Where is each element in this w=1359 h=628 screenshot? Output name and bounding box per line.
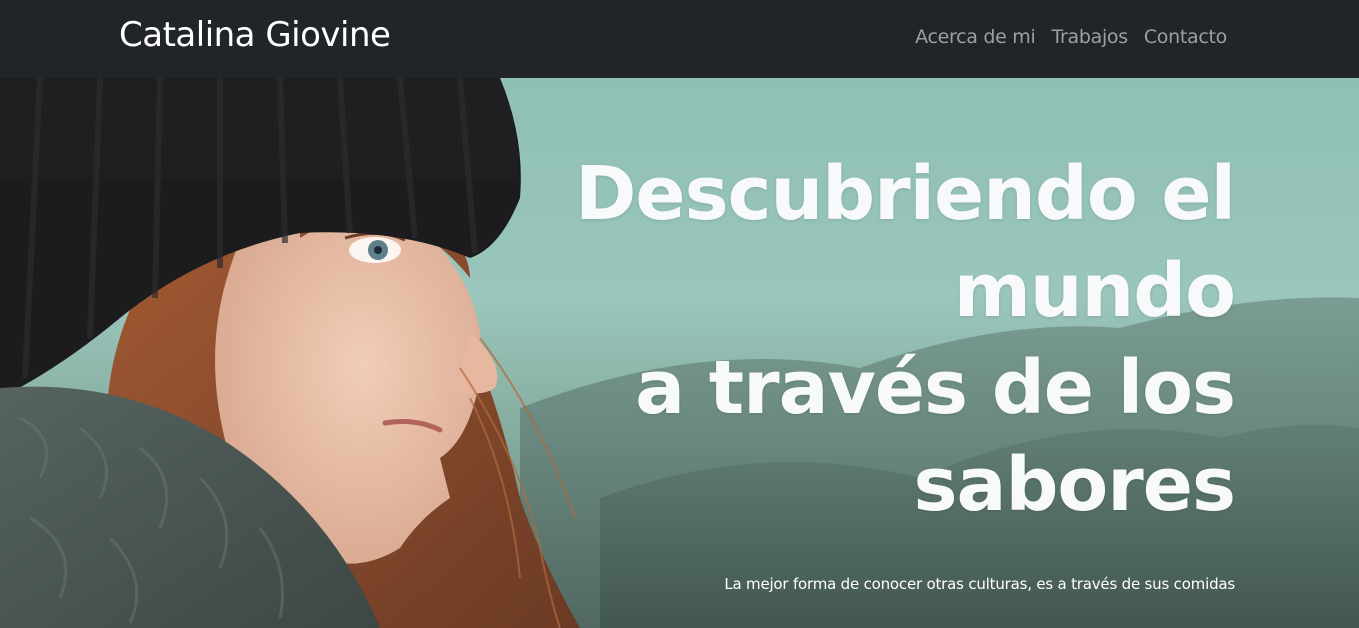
hero-title: Descubriendo el mundo a través de los sa… [574,146,1236,534]
nav-links: Acerca de mi Trabajos Contacto [915,23,1227,51]
nav-link-contacto[interactable]: Contacto [1144,23,1227,51]
hero-subtitle: La mejor forma de conocer otras culturas… [724,575,1235,593]
nav-link-acerca[interactable]: Acerca de mi [915,23,1036,51]
hero-title-line-2: mundo [953,248,1236,334]
hero-title-line-4: sabores [913,442,1236,528]
hero-section: Descubriendo el mundo a través de los sa… [0,78,1359,628]
hero-title-line-1: Descubriendo el [574,151,1236,237]
nav-link-trabajos[interactable]: Trabajos [1051,23,1128,51]
top-navbar: Catalina Giovine Acerca de mi Trabajos C… [0,0,1359,78]
brand-logo-link[interactable]: Catalina Giovine [119,13,391,57]
hero-title-line-3: a través de los [635,345,1236,431]
